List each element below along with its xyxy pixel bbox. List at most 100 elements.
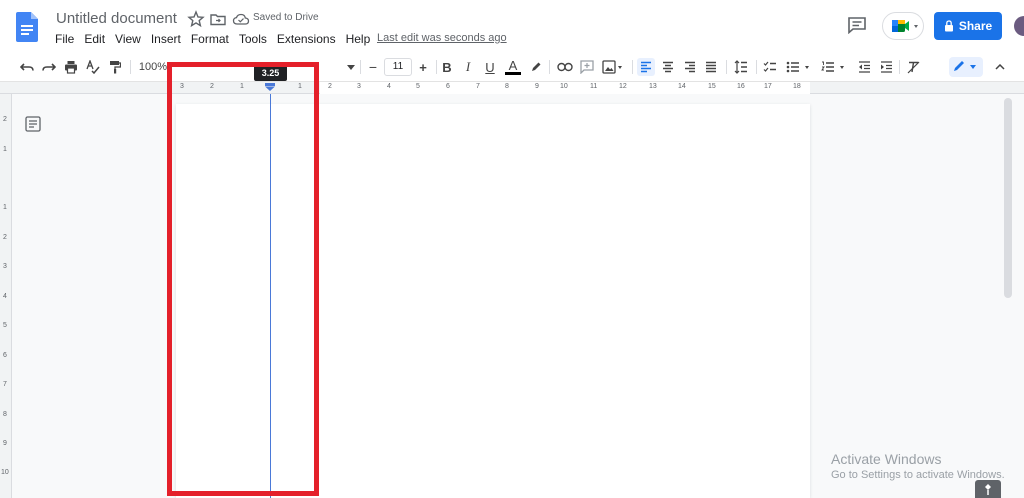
explore-button[interactable]	[975, 480, 1001, 498]
avatar[interactable]	[1014, 16, 1024, 36]
menu-edit[interactable]: Edit	[79, 32, 110, 46]
document-title[interactable]: Untitled document	[56, 10, 177, 27]
ruler-number: 8	[3, 411, 7, 418]
ruler-number: 5	[3, 322, 7, 329]
add-comment-button[interactable]	[578, 58, 596, 76]
pencil-icon	[954, 61, 976, 71]
menu-view[interactable]: View	[110, 32, 146, 46]
undo-icon	[20, 63, 34, 71]
undo-button[interactable]	[18, 58, 36, 76]
menu-tools[interactable]: Tools	[234, 32, 272, 46]
line-spacing-icon	[734, 60, 747, 74]
vertical-scrollbar[interactable]	[1004, 98, 1012, 298]
zoom-select[interactable]: 100%	[138, 58, 168, 76]
line-spacing-button[interactable]	[732, 58, 750, 76]
paint-format-button[interactable]	[106, 58, 124, 76]
italic-button[interactable]: I	[460, 58, 476, 76]
lock-icon	[944, 20, 953, 32]
bold-button[interactable]: B	[439, 58, 455, 76]
highlight-button[interactable]	[528, 58, 544, 76]
toolbar-divider	[360, 60, 361, 74]
spellcheck-button[interactable]	[84, 58, 102, 76]
bulleted-list-button[interactable]	[784, 58, 814, 76]
ruler-number: 3	[357, 83, 361, 90]
font-size-input[interactable]: 11	[384, 58, 412, 76]
align-center-icon	[663, 61, 673, 73]
document-outline-icon[interactable]	[25, 116, 41, 132]
share-button[interactable]: Share	[934, 12, 1002, 40]
menu-help[interactable]: Help	[341, 32, 376, 46]
clear-formatting-button[interactable]	[904, 58, 922, 76]
vertical-ruler[interactable]: 2 1 1 2 3 4 5 6 7 8 9 10	[0, 94, 12, 498]
decrease-font-button[interactable]: −	[365, 58, 381, 76]
paint-format-icon	[110, 61, 121, 74]
add-comment-icon	[580, 60, 594, 74]
image-icon	[602, 60, 622, 74]
chevron-up-icon	[995, 64, 1005, 70]
menu-bar: File Edit View Insert Format Tools Exten…	[50, 32, 375, 46]
ruler-number: 7	[476, 83, 480, 90]
menu-file[interactable]: File	[50, 32, 79, 46]
star-icon[interactable]	[187, 10, 205, 28]
clear-format-icon	[907, 61, 919, 73]
ruler-number: 2	[328, 83, 332, 90]
printer-icon	[65, 61, 77, 74]
folder-move-icon[interactable]	[209, 10, 227, 28]
increase-font-button[interactable]: +	[415, 58, 431, 76]
menu-insert[interactable]: Insert	[146, 32, 186, 46]
ruler-number: 6	[3, 352, 7, 359]
highlighter-icon	[532, 62, 541, 71]
chevron-down-icon	[347, 64, 355, 70]
ruler-number: 12	[619, 83, 627, 90]
ruler-number: 11	[590, 83, 598, 90]
meet-button[interactable]	[882, 12, 924, 40]
horizontal-ruler[interactable]: 3 2 1 1 2 3 4 5 6 7 8 9 10 11 12 13 14 1…	[0, 82, 1024, 94]
decrease-indent-button[interactable]	[855, 58, 873, 76]
print-button[interactable]	[62, 58, 80, 76]
menu-format[interactable]: Format	[186, 32, 234, 46]
toolbar-divider	[632, 60, 633, 74]
last-edit-link[interactable]: Last edit was seconds ago	[377, 32, 507, 44]
bulleted-list-icon	[786, 61, 809, 73]
share-label: Share	[958, 19, 993, 33]
ruler-number: 1	[3, 204, 7, 211]
menu-extensions[interactable]: Extensions	[272, 32, 341, 46]
align-center-button[interactable]	[659, 58, 677, 76]
cloud-check-icon	[232, 13, 250, 25]
insert-link-button[interactable]	[556, 58, 574, 76]
toolbar-divider	[549, 60, 550, 74]
ruler-number: 10	[1, 469, 9, 476]
spellcheck-icon	[86, 60, 100, 74]
activation-watermark: Activate Windows Go to Settings to activ…	[831, 451, 1005, 481]
docs-logo-icon[interactable]	[16, 12, 38, 42]
redo-button[interactable]	[40, 58, 58, 76]
formatting-toolbar: 100% − + B I U A	[0, 52, 1024, 82]
font-dropdown-arrow[interactable]	[345, 58, 357, 76]
underline-button[interactable]: U	[482, 58, 498, 76]
increase-indent-button[interactable]	[877, 58, 895, 76]
comment-icon[interactable]	[847, 16, 867, 34]
hide-menus-button[interactable]	[993, 58, 1007, 76]
indent-icon	[880, 61, 892, 73]
meet-icon	[892, 20, 918, 32]
ruler-number: 6	[446, 83, 450, 90]
text-color-button[interactable]: A	[505, 58, 521, 75]
checklist-button[interactable]	[761, 58, 779, 76]
highlight-annotation	[167, 62, 319, 496]
insert-image-button[interactable]	[600, 58, 626, 76]
align-left-icon	[641, 61, 651, 73]
ruler-number: 9	[535, 83, 539, 90]
save-status: Saved to Drive	[253, 12, 319, 23]
outdent-icon	[858, 61, 870, 73]
ruler-number: 5	[416, 83, 420, 90]
align-right-button[interactable]	[681, 58, 699, 76]
ruler-number: 10	[560, 83, 568, 90]
justify-button[interactable]	[702, 58, 720, 76]
editing-mode-button[interactable]	[949, 57, 983, 77]
ruler-number: 4	[387, 83, 391, 90]
numbered-list-icon	[821, 61, 844, 72]
link-icon	[557, 62, 573, 72]
numbered-list-button[interactable]	[819, 58, 849, 76]
ruler-number: 17	[764, 83, 772, 90]
align-left-button[interactable]	[637, 58, 655, 76]
